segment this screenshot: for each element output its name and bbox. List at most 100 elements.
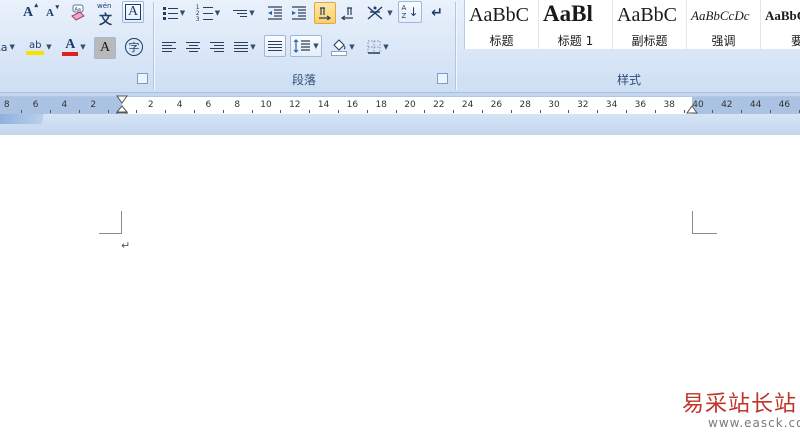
- horizontal-ruler[interactable]: 8 6 4 2 2 4 6 8 10 12 14 16 18 20 22 24 26 28 30 32 34 36 38 40…: [0, 93, 800, 135]
- ruler-tick-label: 38: [663, 100, 675, 110]
- character-border-button[interactable]: A: [122, 1, 144, 23]
- crop-mark-top-left: [99, 211, 122, 234]
- chevron-down-icon: ▼: [383, 43, 389, 51]
- ruler-tick-label: 8: [3, 100, 10, 110]
- grow-font-button[interactable]: A ▴: [18, 1, 39, 24]
- asian-layout-button[interactable]: ▼: [362, 2, 396, 24]
- character-shading-button[interactable]: A: [94, 37, 116, 59]
- style-title[interactable]: AaBbC 标题: [465, 0, 539, 49]
- change-case-button[interactable]: Aa▼: [0, 36, 16, 58]
- show-formatting-marks-button[interactable]: ↵: [426, 2, 448, 24]
- rtl-text-direction-button[interactable]: [336, 2, 358, 24]
- ruler-tick: [280, 110, 281, 113]
- ruler-tick-label: 44: [749, 100, 762, 110]
- multilevel-list-button[interactable]: ▼: [228, 2, 260, 24]
- grow-font-icon: A ▴: [22, 1, 39, 20]
- ruler-tick-label: 16: [346, 100, 359, 110]
- ruler-tick-label: 42: [721, 100, 733, 110]
- chevron-down-icon: ▼: [9, 43, 15, 51]
- crop-mark-top-right: [692, 211, 717, 234]
- ruler-tick-label: 32: [577, 100, 589, 110]
- formatting-marks-icon: ↵: [431, 5, 443, 21]
- align-center-button[interactable]: [182, 36, 204, 58]
- ruler-tick: [21, 110, 22, 113]
- line-spacing-button[interactable]: ▼: [290, 35, 322, 57]
- sort-button[interactable]: A Z ↓: [398, 1, 422, 23]
- watermark-chinese: 易采站长站: [682, 392, 798, 417]
- line-spacing-icon: [293, 39, 311, 53]
- ruler-tick: [309, 110, 310, 113]
- distributed-icon: [268, 41, 282, 51]
- chevron-down-icon: ▼: [179, 9, 186, 17]
- enclose-characters-button[interactable]: 字: [122, 36, 146, 58]
- shading-button[interactable]: ▼: [326, 36, 360, 58]
- shrink-font-icon: A ▾: [46, 3, 59, 19]
- ruler-tick-label: 46: [778, 100, 791, 110]
- ruler-tick: [367, 110, 368, 113]
- right-to-left-icon: [340, 7, 353, 20]
- highlighter-icon: ab: [26, 40, 45, 55]
- site-watermark: 易采站长站 www.easck.com: [682, 384, 800, 440]
- paragraph-mark: ↵: [121, 239, 131, 252]
- ruler-tick: [741, 110, 742, 113]
- ruler-tick: [684, 110, 685, 113]
- increase-indent-button[interactable]: [288, 2, 310, 24]
- ruler-tick: [165, 110, 166, 113]
- ltr-text-direction-button[interactable]: [314, 2, 336, 24]
- group-separator: [455, 2, 457, 90]
- ruler-tick: [424, 110, 425, 113]
- document-page[interactable]: ↵: [0, 136, 800, 440]
- ruler-wedge: [0, 114, 60, 124]
- align-left-button[interactable]: [158, 36, 180, 58]
- distributed-button[interactable]: [264, 35, 286, 57]
- chevron-down-icon: ▼: [80, 43, 86, 51]
- ruler-tick: [223, 110, 224, 113]
- chevron-down-icon: ▼: [313, 42, 319, 50]
- phonetic-guide-icon: wén 文: [97, 2, 113, 28]
- first-line-indent-marker[interactable]: [116, 95, 128, 105]
- ruler-tick-label: 2: [90, 100, 97, 110]
- chevron-down-icon: ▼: [349, 43, 355, 51]
- ruler-tick: [568, 110, 569, 113]
- decrease-indent-button[interactable]: [264, 2, 286, 24]
- paragraph-dialog-launcher-icon[interactable]: [437, 73, 448, 84]
- numbering-button[interactable]: 1 2 3 ▼: [192, 2, 224, 24]
- paint-bucket-icon: [331, 38, 348, 56]
- ruler-tick-label: 22: [433, 100, 445, 110]
- style-strong[interactable]: AaBbC 要点: [761, 0, 800, 49]
- ruler-tick-label: 24: [461, 100, 474, 110]
- numbering-icon: 1 2 3: [196, 4, 213, 22]
- text-highlight-button[interactable]: ab ▼: [22, 36, 56, 58]
- style-emphasis[interactable]: AaBbCcDc 强调: [687, 0, 761, 49]
- ruler-tick: [453, 110, 454, 113]
- phonetic-guide-button[interactable]: wén 文: [94, 2, 118, 28]
- align-right-button[interactable]: [206, 36, 228, 58]
- ruler-tick-label: 18: [375, 100, 387, 110]
- increase-indent-icon: [292, 6, 306, 20]
- sort-icon: A Z ↓: [401, 4, 419, 20]
- font-dialog-launcher-icon[interactable]: [137, 73, 148, 84]
- ruler-tick: [396, 110, 397, 113]
- borders-icon: [367, 40, 381, 54]
- bullets-button[interactable]: ▼: [158, 2, 190, 24]
- style-heading-1[interactable]: AaBl 标题 1: [539, 0, 613, 49]
- chevron-down-icon: ▼: [249, 9, 255, 17]
- ruler-tick: [626, 110, 627, 113]
- ruler-lower-strip: [0, 114, 800, 135]
- borders-button[interactable]: ▼: [362, 36, 394, 58]
- clear-formatting-button[interactable]: Aa: [66, 2, 90, 24]
- multilevel-list-icon: [233, 9, 248, 17]
- justify-button[interactable]: ▼: [230, 36, 260, 58]
- shrink-font-button[interactable]: A ▾: [40, 2, 60, 24]
- left-to-right-icon: [319, 7, 332, 20]
- ruler-tick: [194, 110, 195, 113]
- ruler-tick: [252, 110, 253, 113]
- font-color-button[interactable]: A ▼: [58, 36, 90, 58]
- ruler-tick: [482, 110, 483, 113]
- justify-icon: [234, 42, 249, 52]
- bullets-icon: [162, 6, 178, 20]
- style-subtitle[interactable]: AaBbC 副标题: [613, 0, 687, 49]
- ruler-tick-label: 2: [147, 100, 154, 110]
- ruler-tick-label: 36: [634, 100, 647, 110]
- font-group: A▴ A▾ Aa wén 文 A Aa▼: [0, 0, 152, 92]
